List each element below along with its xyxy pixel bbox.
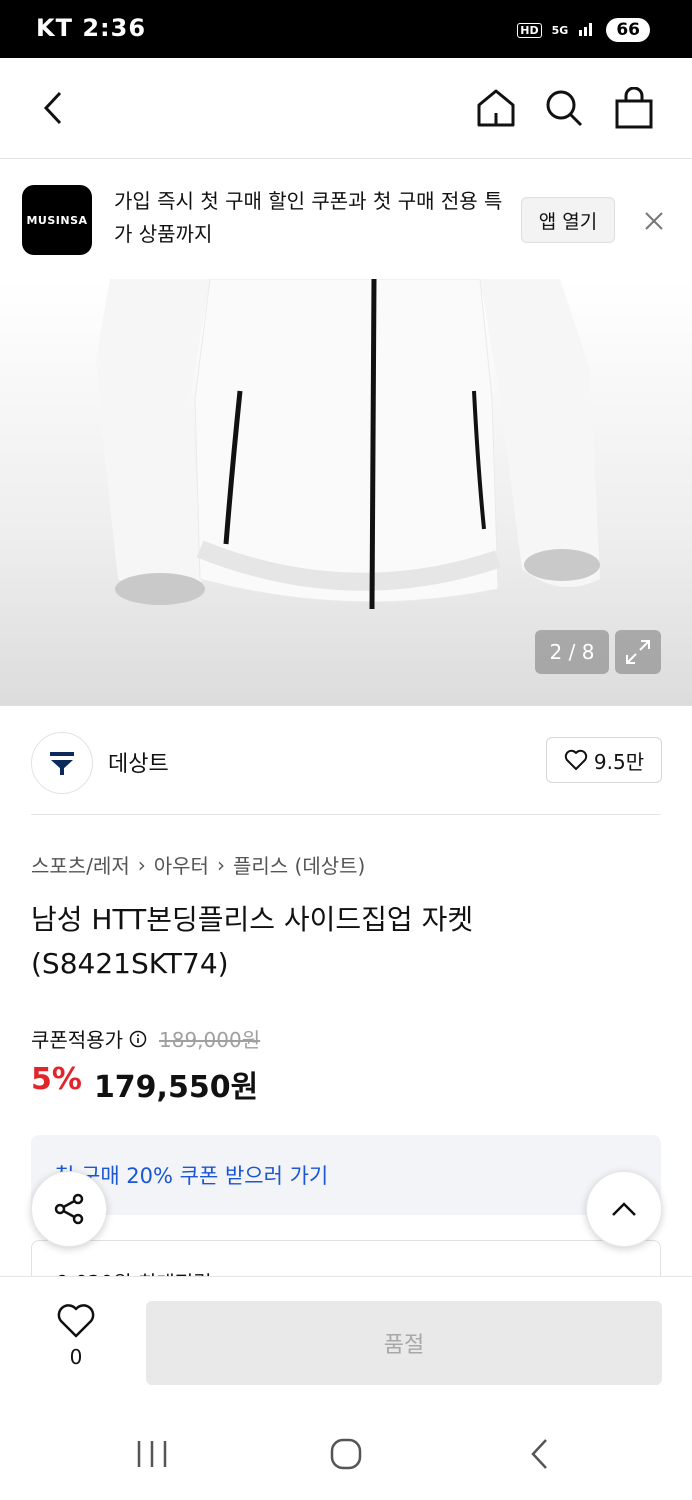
discount-rate: 5% — [31, 1062, 82, 1097]
brand-like-button[interactable]: 9.5만 — [546, 737, 662, 783]
app-header — [0, 58, 692, 159]
recents-icon — [137, 1441, 167, 1467]
descente-logo-icon — [50, 752, 74, 775]
coupon-price-row: 쿠폰적용가 189,000원 — [31, 1024, 260, 1053]
breadcrumb: 스포츠/레저 › 아우터 › 플리스 (데상트) — [31, 850, 365, 879]
system-nav-bar — [0, 1406, 692, 1500]
battery-icon: 66 — [606, 18, 650, 42]
scroll-top-button[interactable] — [586, 1171, 662, 1247]
musinsa-logo: MUSINSA — [22, 185, 92, 255]
product-image-gallery[interactable]: 2 / 8 — [0, 279, 692, 706]
favorite-count: 0 — [69, 1345, 83, 1369]
status-bar: KT 2:36 HD 5G 66 — [0, 0, 692, 58]
purchase-bar: 0 품절 — [0, 1276, 692, 1407]
home-button[interactable] — [468, 80, 524, 136]
status-icons: HD 5G 66 — [517, 18, 650, 42]
brand-logo[interactable] — [31, 732, 93, 794]
open-app-button[interactable]: 앱 열기 — [521, 197, 615, 243]
search-button[interactable] — [536, 80, 592, 136]
recents-button[interactable] — [112, 1426, 192, 1482]
hd-icon: HD — [517, 22, 542, 38]
carrier-time: KT 2:36 — [36, 14, 147, 42]
brand-row: 데상트 9.5만 — [0, 706, 692, 816]
back-nav-icon — [531, 1439, 547, 1469]
breadcrumb-item[interactable]: 아우터 — [154, 850, 209, 879]
product-title: 남성 HTT본딩플리스 사이드집업 자켓 (S8421SKT74) — [31, 903, 474, 980]
breadcrumb-item[interactable]: 스포츠/레저 — [31, 850, 130, 879]
info-icon[interactable] — [129, 1030, 147, 1048]
chevron-right-icon: › — [216, 852, 225, 877]
heart-icon — [57, 1304, 95, 1338]
share-button[interactable] — [31, 1171, 107, 1247]
sale-price: 179,550원 — [93, 1070, 259, 1105]
shopping-bag-icon — [615, 87, 653, 129]
home-icon — [477, 89, 515, 127]
5g-icon: 5G — [551, 23, 569, 37]
home-nav-button[interactable] — [306, 1426, 386, 1482]
share-icon — [54, 1193, 84, 1225]
home-nav-icon — [330, 1438, 362, 1470]
search-icon — [546, 90, 583, 127]
divider — [31, 814, 661, 815]
image-counter: 2 / 8 — [535, 630, 609, 674]
expand-image-button[interactable] — [615, 630, 661, 674]
coupon-price-label: 쿠폰적용가 — [31, 1028, 123, 1052]
chevron-up-icon — [612, 1202, 636, 1216]
sale-price-row: 5% 179,550원 — [31, 1062, 258, 1106]
close-icon — [645, 212, 663, 230]
brand-name[interactable]: 데상트 — [108, 746, 169, 778]
chevron-left-icon — [43, 91, 62, 125]
signal-icon — [578, 20, 596, 40]
brand-like-count: 9.5만 — [593, 749, 645, 774]
favorite-button[interactable]: 0 — [52, 1303, 100, 1369]
cart-button[interactable] — [606, 80, 662, 136]
soldout-button[interactable]: 품절 — [146, 1301, 662, 1385]
chevron-right-icon: › — [137, 852, 146, 877]
heart-icon — [564, 749, 588, 770]
back-button[interactable] — [26, 80, 82, 136]
first-purchase-coupon-banner[interactable]: 첫 구매 20% 쿠폰 받으러 가기 — [31, 1135, 661, 1215]
original-price: 189,000원 — [159, 1028, 261, 1052]
breadcrumb-item[interactable]: 플리스 (데상트) — [233, 850, 365, 879]
app-install-banner: MUSINSA 가입 즉시 첫 구매 할인 쿠폰과 첫 구매 전용 특가 상품까… — [0, 159, 692, 279]
banner-message: 가입 즉시 첫 구매 할인 쿠폰과 첫 구매 전용 특가 상품까지 — [114, 189, 503, 246]
back-nav-button[interactable] — [500, 1426, 580, 1482]
expand-icon — [626, 640, 650, 664]
close-banner-button[interactable] — [636, 203, 672, 239]
